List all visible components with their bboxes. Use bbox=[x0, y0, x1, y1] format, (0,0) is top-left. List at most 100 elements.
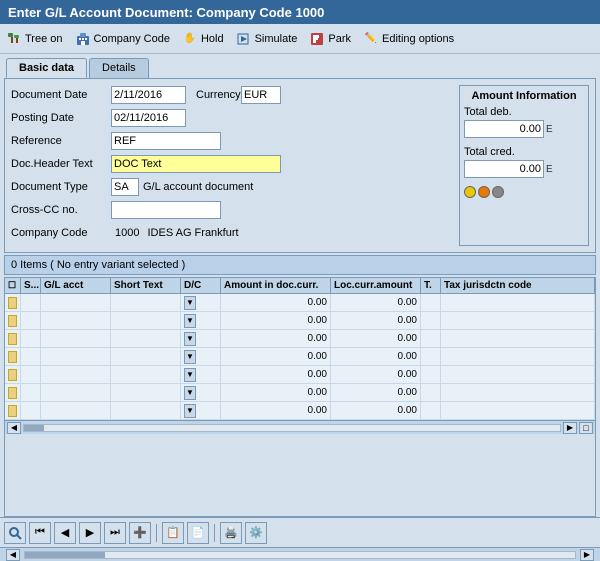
row3-dc-btn[interactable]: ▼ bbox=[184, 332, 196, 346]
row1-dc-btn[interactable]: ▼ bbox=[184, 296, 196, 310]
document-date-input[interactable] bbox=[111, 86, 186, 104]
scroll-right-btn[interactable]: ▶ bbox=[563, 422, 577, 434]
btn-prev[interactable]: ◀ bbox=[54, 522, 76, 544]
row2-t bbox=[421, 312, 441, 329]
reference-label: Reference bbox=[11, 135, 111, 147]
row5-gl[interactable] bbox=[41, 366, 111, 383]
company-code-row: Company Code 1000 IDES AG Frankfurt bbox=[11, 223, 451, 243]
toolbar-hold[interactable]: ✋ Hold bbox=[182, 31, 224, 47]
btn-print[interactable]: 🖨️ bbox=[220, 522, 242, 544]
toolbar: Tree on Company Code ✋ Hold Simulate bbox=[0, 24, 600, 54]
row1-text bbox=[111, 294, 181, 311]
row5-loc: 0.00 bbox=[331, 366, 421, 383]
row3-text bbox=[111, 330, 181, 347]
scroll-left-btn[interactable]: ◀ bbox=[7, 422, 21, 434]
row2-tax bbox=[441, 312, 595, 329]
row5-dc-btn[interactable]: ▼ bbox=[184, 368, 196, 382]
col-tax: Tax jurisdctn code bbox=[441, 278, 595, 293]
table-row: ▼ 0.00 0.00 bbox=[5, 402, 595, 420]
btn-last[interactable]: ⏭ bbox=[104, 522, 126, 544]
cross-cc-row: Cross-CC no. bbox=[11, 200, 451, 220]
row1-icon bbox=[8, 297, 17, 309]
status-scroll-left[interactable]: ◀ bbox=[6, 549, 20, 561]
row2-gl[interactable] bbox=[41, 312, 111, 329]
row5-s bbox=[21, 366, 41, 383]
row5-text bbox=[111, 366, 181, 383]
row3-dc[interactable]: ▼ bbox=[181, 330, 221, 347]
posting-date-input[interactable] bbox=[111, 109, 186, 127]
btn-next[interactable]: ▶ bbox=[79, 522, 101, 544]
row7-dc[interactable]: ▼ bbox=[181, 402, 221, 419]
row1-s bbox=[21, 294, 41, 311]
row3-check[interactable] bbox=[5, 330, 21, 347]
col-amount: Amount in doc.curr. bbox=[221, 278, 331, 293]
total-cred-input[interactable] bbox=[464, 160, 544, 178]
btn-add[interactable]: ➕ bbox=[129, 522, 151, 544]
status-scroll-right[interactable]: ▶ bbox=[580, 549, 594, 561]
row5-icon bbox=[8, 369, 17, 381]
col-loc-curr: Loc.curr.amount bbox=[331, 278, 421, 293]
toolbar-simulate[interactable]: Simulate bbox=[236, 31, 298, 47]
row2-check[interactable] bbox=[5, 312, 21, 329]
currency-input[interactable] bbox=[241, 86, 281, 104]
row4-icon bbox=[8, 351, 17, 363]
row1-gl[interactable] bbox=[41, 294, 111, 311]
row7-dc-btn[interactable]: ▼ bbox=[184, 404, 196, 418]
btn-settings[interactable]: ⚙️ bbox=[245, 522, 267, 544]
row1-check[interactable] bbox=[5, 294, 21, 311]
hscroll-track[interactable] bbox=[23, 424, 561, 432]
scroll-corner: □ bbox=[579, 422, 593, 434]
row6-gl[interactable] bbox=[41, 384, 111, 401]
reference-input[interactable] bbox=[111, 132, 221, 150]
btn-copy[interactable]: 📋 bbox=[162, 522, 184, 544]
tab-details[interactable]: Details bbox=[89, 58, 149, 78]
btn-paste[interactable]: 📄 bbox=[187, 522, 209, 544]
btn-first[interactable]: ⏮ bbox=[29, 522, 51, 544]
status-icon-gray bbox=[492, 186, 504, 198]
row5-dc[interactable]: ▼ bbox=[181, 366, 221, 383]
total-cred-label: Total cred. bbox=[464, 146, 584, 158]
row7-check[interactable] bbox=[5, 402, 21, 419]
total-deb-field: E bbox=[464, 120, 584, 138]
row3-gl[interactable] bbox=[41, 330, 111, 347]
col-checkbox: ☐ bbox=[5, 278, 21, 293]
hscroll-thumb[interactable] bbox=[24, 425, 44, 431]
tab-basic-data[interactable]: Basic data bbox=[6, 58, 87, 78]
row2-dc[interactable]: ▼ bbox=[181, 312, 221, 329]
toolbar-park[interactable]: Park bbox=[309, 31, 351, 47]
status-hscroll[interactable] bbox=[24, 551, 576, 559]
row2-text bbox=[111, 312, 181, 329]
row7-text bbox=[111, 402, 181, 419]
status-thumb[interactable] bbox=[25, 552, 105, 558]
editing-options-label: Editing options bbox=[382, 33, 454, 45]
row7-gl[interactable] bbox=[41, 402, 111, 419]
row4-check[interactable] bbox=[5, 348, 21, 365]
row4-dc-btn[interactable]: ▼ bbox=[184, 350, 196, 364]
row6-check[interactable] bbox=[5, 384, 21, 401]
row1-dc[interactable]: ▼ bbox=[181, 294, 221, 311]
row6-dc-btn[interactable]: ▼ bbox=[184, 386, 196, 400]
document-date-row: Document Date Currency bbox=[11, 85, 451, 105]
btn-search[interactable] bbox=[4, 522, 26, 544]
currency-label: Currency bbox=[186, 89, 241, 101]
row4-text bbox=[111, 348, 181, 365]
row4-dc[interactable]: ▼ bbox=[181, 348, 221, 365]
row2-dc-btn[interactable]: ▼ bbox=[184, 314, 196, 328]
document-type-input[interactable] bbox=[111, 178, 139, 196]
row6-dc[interactable]: ▼ bbox=[181, 384, 221, 401]
row5-check[interactable] bbox=[5, 366, 21, 383]
cross-cc-input[interactable] bbox=[111, 201, 221, 219]
cross-cc-label: Cross-CC no. bbox=[11, 204, 111, 216]
title-bar: Enter G/L Account Document: Company Code… bbox=[0, 0, 600, 24]
toolbar-tree-on[interactable]: Tree on bbox=[6, 31, 63, 47]
toolbar-editing-options[interactable]: ✏️ Editing options bbox=[363, 31, 454, 47]
total-deb-input[interactable] bbox=[464, 120, 544, 138]
row6-t bbox=[421, 384, 441, 401]
doc-header-input[interactable] bbox=[111, 155, 281, 173]
items-bar: 0 Items ( No entry variant selected ) bbox=[4, 255, 596, 275]
row4-s bbox=[21, 348, 41, 365]
bottom-status: ◀ ▶ bbox=[0, 547, 600, 561]
row4-gl[interactable] bbox=[41, 348, 111, 365]
toolbar-company-code[interactable]: Company Code bbox=[75, 31, 170, 47]
col-short-text: Short Text bbox=[111, 278, 181, 293]
